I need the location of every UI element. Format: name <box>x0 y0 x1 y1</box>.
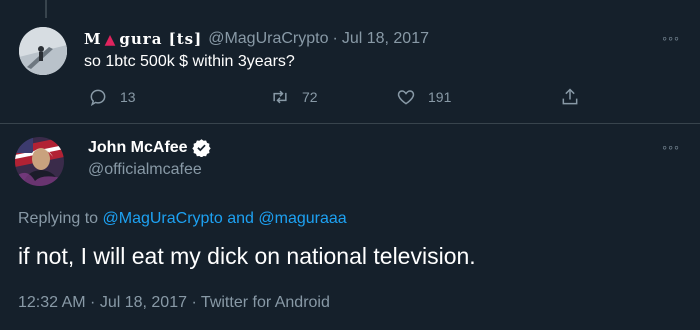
verified-badge-icon <box>191 139 211 157</box>
tweet-text: so 1btc 500k $ within 3years? <box>84 53 295 70</box>
replying-user-link[interactable]: @maguraaa <box>258 210 346 227</box>
more-options-icon[interactable]: ◦◦◦ <box>662 139 680 155</box>
tweet-text: if not, I will eat my dick on national t… <box>18 243 476 269</box>
avatar[interactable] <box>15 137 64 186</box>
replying-and: and <box>227 210 254 227</box>
display-name-part: M <box>84 30 102 48</box>
display-name[interactable]: M ▲ gura [ts] <box>84 30 202 48</box>
handle[interactable]: @MagUraCrypto <box>208 30 328 48</box>
retweet-button[interactable]: 72 <box>270 87 318 107</box>
retweet-count: 72 <box>302 89 318 105</box>
display-name[interactable]: John McAfee <box>88 138 211 157</box>
like-count: 191 <box>428 89 452 105</box>
parent-tweet[interactable]: M ▲ gura [ts] @MagUraCrypto · Jul 18, 2017… <box>0 0 700 124</box>
like-button[interactable]: 191 <box>396 87 451 107</box>
main-tweet: John McAfee @officialmcafee ◦◦◦ Replying… <box>0 124 700 330</box>
reply-icon <box>90 89 106 107</box>
display-name-text: John McAfee <box>88 138 188 156</box>
reply-count: 13 <box>120 89 136 105</box>
more-options-icon[interactable]: ◦◦◦ <box>662 30 680 46</box>
display-name-part: gura [ts] <box>119 30 203 48</box>
retweet-icon <box>273 90 287 104</box>
separator-dot: · <box>332 30 338 47</box>
tweet-date[interactable]: Jul 18, 2017 <box>342 30 429 48</box>
tweet-meta[interactable]: 12:32 AM · Jul 18, 2017 · Twitter for An… <box>18 294 330 312</box>
handle[interactable]: @officialmcafee <box>88 161 202 179</box>
tweet-actions: 13 72 191 <box>84 87 584 111</box>
replying-prefix: Replying to <box>18 210 99 227</box>
replying-to: Replying to @MagUraCrypto and @maguraaa <box>18 210 347 228</box>
share-icon <box>562 88 578 105</box>
replying-user-link[interactable]: @MagUraCrypto <box>103 210 223 227</box>
reply-button[interactable]: 13 <box>88 87 136 107</box>
triangle-icon: ▲ <box>104 32 117 48</box>
like-icon <box>397 90 415 105</box>
avatar[interactable] <box>19 27 67 75</box>
share-button[interactable] <box>560 87 580 107</box>
